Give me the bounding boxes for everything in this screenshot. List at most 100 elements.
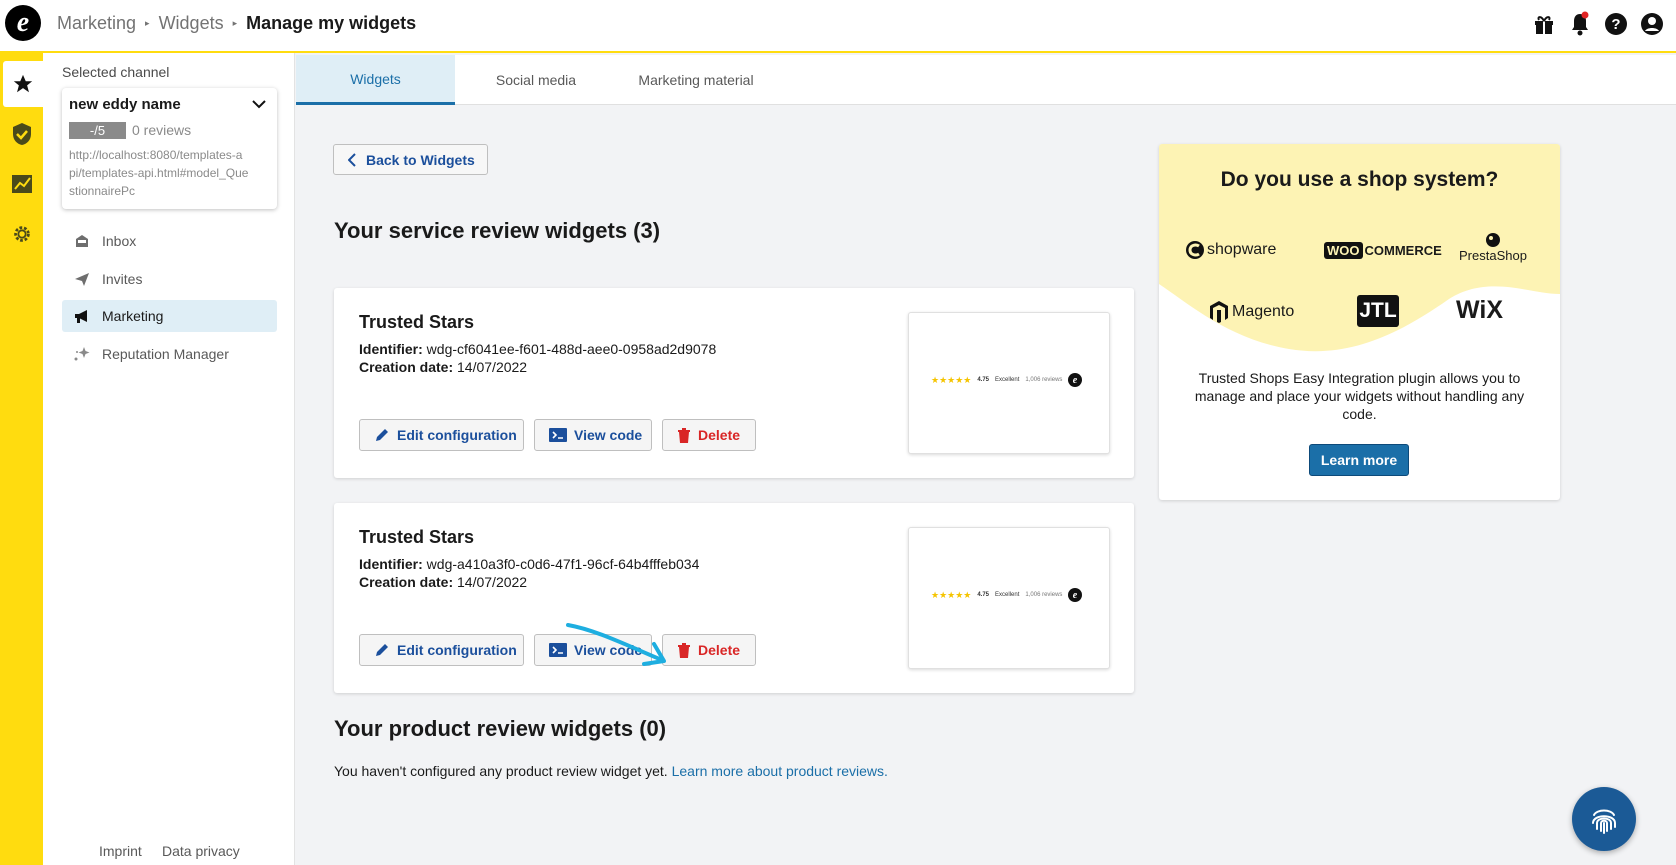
trusted-shops-logo[interactable]: e — [5, 5, 41, 41]
identifier-label: Identifier: — [359, 341, 423, 357]
trusted-stars-preview: ★★★★★ 4.75 Excellent 1,006 reviews e — [931, 373, 1083, 387]
channel-selector[interactable]: new eddy name -/5 0 reviews http://local… — [62, 88, 277, 209]
edit-label: Edit configuration — [397, 427, 517, 443]
delete-label: Delete — [698, 427, 741, 443]
back-button-label: Back to Widgets — [366, 151, 475, 168]
product-empty-text: You haven't configured any product revie… — [334, 763, 668, 779]
edit-configuration-button[interactable]: Edit configuration — [359, 634, 524, 666]
trusted-shops-icon: e — [1068, 373, 1083, 387]
widget-creation-date: Creation date: 14/07/2022 — [359, 359, 527, 375]
preview-count: 1,006 reviews — [1025, 592, 1063, 598]
account-icon[interactable] — [1640, 12, 1664, 36]
delete-button[interactable]: Delete — [662, 419, 756, 451]
preview-grade: Excellent — [995, 592, 1020, 598]
widget-preview: ★★★★★ 4.75 Excellent 1,006 reviews e — [908, 527, 1110, 669]
back-to-widgets-button[interactable]: Back to Widgets — [333, 144, 488, 175]
magento-wordmark: Magento — [1232, 303, 1295, 320]
tab-widgets[interactable]: Widgets — [296, 55, 455, 105]
woo-wordmark: WOO — [1324, 242, 1363, 259]
widget-title: Trusted Stars — [359, 527, 475, 547]
shield-check-icon[interactable] — [0, 111, 43, 157]
service-widgets-heading: Your service review widgets (3) — [334, 218, 661, 243]
view-code-button[interactable]: View code — [534, 419, 652, 451]
jtl-wordmark: JTL — [1359, 299, 1397, 322]
jtl-logo[interactable]: JTL — [1357, 295, 1399, 327]
imprint-link[interactable]: Imprint — [99, 843, 142, 859]
widget-preview: ★★★★★ 4.75 Excellent 1,006 reviews e — [908, 312, 1110, 454]
breadcrumb-separator-icon: ▸ — [232, 18, 238, 28]
inbox-icon — [72, 233, 92, 249]
sidebar-item-marketing[interactable]: Marketing — [62, 300, 277, 332]
sidebar-item-inbox[interactable]: Inbox — [62, 225, 277, 257]
data-privacy-link[interactable]: Data privacy — [162, 843, 240, 859]
widget-card: Trusted Stars Identifier: wdg-cf6041ee-f… — [334, 288, 1134, 478]
preview-grade: Excellent — [995, 377, 1020, 383]
shopware-wordmark: shopware — [1207, 241, 1277, 258]
magento-logo[interactable]: Magento — [1209, 300, 1294, 324]
widget-identifier: Identifier: wdg-cf6041ee-f601-488d-aee0-… — [359, 341, 716, 357]
breadcrumb-separator-icon: ▸ — [145, 18, 150, 28]
bell-icon[interactable] — [1568, 11, 1592, 37]
top-bar: e Marketing ▸ Widgets ▸ Manage my widget… — [0, 0, 1676, 53]
promo-title: Do you use a shop system? — [1220, 168, 1499, 191]
sidebar-item-label: Marketing — [102, 308, 164, 324]
pencil-icon — [376, 429, 388, 441]
edit-label: Edit configuration — [397, 642, 517, 658]
trash-icon — [678, 643, 690, 658]
chevron-left-icon — [348, 152, 356, 167]
preview-rating: 4.75 — [977, 377, 990, 383]
wix-wordmark: WiX — [1456, 296, 1503, 324]
product-widgets-heading: Your product review widgets (0) — [334, 716, 667, 741]
edit-configuration-button[interactable]: Edit configuration — [359, 419, 524, 451]
tab-bar: Widgets Social media Marketing material — [296, 55, 1676, 105]
app-rail — [0, 53, 43, 865]
view-code-label: View code — [574, 427, 643, 443]
terminal-icon — [549, 428, 567, 442]
sidebar-item-invites[interactable]: Invites — [62, 263, 277, 295]
trusted-stars-preview: ★★★★★ 4.75 Excellent 1,006 reviews e — [931, 588, 1083, 602]
learn-product-reviews-link[interactable]: Learn more about product reviews. — [672, 763, 888, 779]
tab-marketing-material[interactable]: Marketing material — [616, 55, 776, 105]
breadcrumb-widgets[interactable]: Widgets — [159, 13, 224, 34]
product-empty-message: You haven't configured any product revie… — [334, 763, 888, 779]
tab-social-media[interactable]: Social media — [456, 55, 616, 105]
date-value: 14/07/2022 — [457, 359, 528, 375]
fingerprint-icon — [1592, 809, 1616, 834]
sidebar-item-reputation-manager[interactable]: Reputation Manager — [62, 338, 277, 370]
date-label: Creation date: — [359, 574, 454, 590]
page-title: Manage my widgets — [246, 13, 417, 33]
sidebar-item-label: Inbox — [102, 233, 137, 249]
date-label: Creation date: — [359, 359, 454, 375]
breadcrumb-marketing[interactable]: Marketing — [57, 13, 136, 34]
commerce-wordmark: COMMERCE — [1364, 243, 1442, 258]
channel-score-badge: -/5 — [69, 122, 126, 139]
chevron-down-icon[interactable] — [251, 99, 267, 109]
widget-identifier: Identifier: wdg-a410a3f0-c0d6-47f1-96cf-… — [359, 556, 699, 572]
wix-logo[interactable]: WiX — [1456, 296, 1503, 325]
gift-icon[interactable] — [1532, 12, 1556, 36]
learn-more-button[interactable]: Learn more — [1309, 444, 1409, 476]
fingerprint-button[interactable] — [1572, 787, 1636, 851]
woocommerce-logo[interactable]: WOO COMMERCE — [1324, 242, 1442, 259]
shopware-logo[interactable]: shopware — [1185, 240, 1276, 260]
date-value: 14/07/2022 — [457, 574, 528, 590]
svg-text:e: e — [1073, 375, 1078, 386]
trusted-shops-icon: e — [1068, 588, 1083, 602]
shop-system-promo: Do you use a shop system? shopware WOO C… — [1159, 144, 1560, 500]
delete-button[interactable]: Delete — [662, 634, 756, 666]
prestashop-logo[interactable]: PrestaShop — [1459, 232, 1527, 263]
terminal-icon — [549, 643, 567, 657]
widget-creation-date: Creation date: 14/07/2022 — [359, 574, 527, 590]
sidebar: Selected channel new eddy name -/5 0 rev… — [43, 53, 295, 865]
channel-url: http://localhost:8080/templates-api/temp… — [69, 148, 249, 198]
widget-card: Trusted Stars Identifier: wdg-a410a3f0-c… — [334, 503, 1134, 693]
chart-icon[interactable] — [0, 161, 43, 207]
star-icon[interactable] — [3, 61, 43, 107]
identifier-value: wdg-a410a3f0-c0d6-47f1-96cf-64b4fffeb034 — [426, 556, 700, 572]
identifier-value: wdg-cf6041ee-f601-488d-aee0-0958ad2d9078 — [426, 341, 717, 357]
breadcrumb: Marketing ▸ Widgets ▸ Manage my widgets — [57, 13, 416, 34]
svg-text:e: e — [1073, 590, 1078, 601]
preview-stars: ★★★★★ — [931, 589, 972, 600]
gear-icon[interactable] — [0, 211, 43, 257]
help-icon[interactable]: ? — [1604, 12, 1628, 36]
